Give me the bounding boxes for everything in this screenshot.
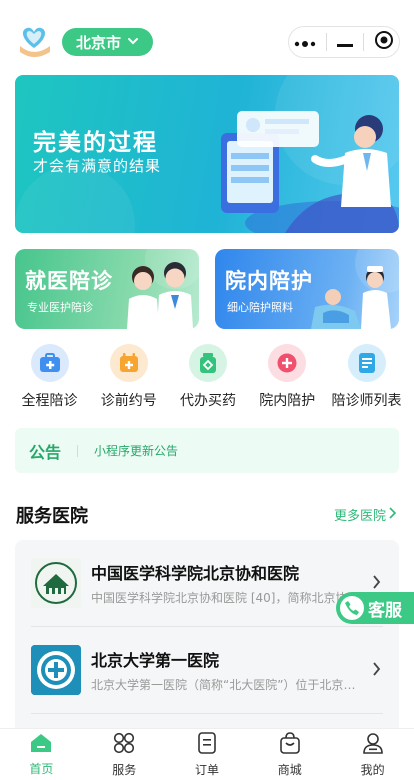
close-target-icon[interactable] (374, 30, 394, 54)
card-subtitle: 专业医护陪诊 (27, 301, 93, 314)
service-label: 全程陪诊 (21, 393, 78, 409)
medical-kit-icon (30, 344, 69, 382)
medicine-bottle-icon (189, 344, 227, 382)
service-buy-medicine[interactable]: 代办买药 (169, 344, 248, 414)
card-escort-visit[interactable]: 就医陪诊 专业医护陪诊 (15, 249, 199, 329)
service-label: 院内陪护 (259, 393, 316, 409)
quick-services: 全程陪诊 诊前约号 代办买药 院内陪护 陪诊师列表 (10, 344, 406, 414)
banner-subtitle: 才会有满意的结果 (33, 157, 162, 175)
hospital-description: 北京大学第一医院（简称“北大医院”）位于北京市西城区 (91, 678, 363, 692)
tab-label: 订单 (194, 762, 219, 777)
banner-title: 完美的过程 (33, 130, 158, 156)
service-full-escort[interactable]: 全程陪诊 (10, 344, 89, 414)
customer-service-label: 客服 (368, 600, 402, 621)
home-page: 北京市 完美的过程 才会有满意的结果 就医陪诊 专业医护陪诊 院内陪护 细心陪护… (0, 0, 414, 780)
hospital-description: 中国医学科学院北京协和医院 [40]，简称北京协和医院 (91, 591, 363, 605)
service-label: 代办买药 (180, 393, 236, 409)
card-title: 院内陪护 (225, 269, 313, 293)
miniapp-capsule (288, 26, 400, 58)
card-title: 就医陪诊 (25, 269, 113, 293)
tab-service[interactable]: 服务 (83, 729, 166, 780)
tab-home[interactable]: 首页 (0, 729, 83, 780)
hospital-name: 北京大学第一医院 (91, 651, 220, 670)
more-hospitals-label: 更多医院 (333, 509, 386, 524)
phone-icon (340, 596, 364, 620)
capsule-divider (363, 33, 364, 51)
chevron-right-icon (372, 661, 381, 681)
tab-orders[interactable]: 订单 (166, 729, 249, 780)
hospital-logo (31, 645, 81, 695)
list-document-icon (347, 344, 386, 382)
capsule-divider (326, 33, 327, 51)
shopping-bag-icon (279, 731, 301, 758)
city-label: 北京市 (76, 33, 122, 52)
heart-hand-logo (16, 24, 52, 58)
more-dots-icon[interactable] (294, 33, 316, 52)
tab-label: 首页 (29, 761, 54, 776)
more-hospitals-link[interactable]: 更多医院 (333, 505, 397, 524)
list-divider (31, 713, 383, 714)
profile-icon (362, 732, 384, 758)
chevron-right-icon (388, 506, 397, 523)
city-selector[interactable]: 北京市 (62, 28, 154, 56)
service-escort-list[interactable]: 陪诊师列表 (327, 344, 406, 414)
hospital-item[interactable]: 北京大学第一医院 北京大学第一医院（简称“北大医院”）位于北京市西城区 (15, 627, 399, 713)
hero-banner[interactable]: 完美的过程 才会有满意的结果 (15, 75, 399, 233)
grid-icon (113, 732, 135, 758)
announcement-divider (77, 444, 79, 457)
chevron-right-icon (372, 574, 381, 594)
tab-profile[interactable]: 我的 (331, 729, 414, 780)
card-hospital-care[interactable]: 院内陪护 细心陪护照料 (215, 249, 399, 329)
tab-label: 服务 (112, 762, 137, 777)
tab-label: 我的 (360, 762, 385, 777)
service-hospital-care[interactable]: 院内陪护 (248, 344, 327, 414)
appointment-calendar-icon (109, 344, 148, 382)
minimize-icon[interactable] (337, 33, 353, 52)
chevron-down-icon (127, 33, 139, 51)
announcement-text[interactable]: 小程序更新公告 (94, 442, 178, 459)
hospital-list: 中国医学科学院北京协和医院 中国医学科学院北京协和医院 [40]，简称北京协和医… (15, 540, 399, 740)
hospital-logo (31, 558, 81, 608)
order-icon (197, 731, 217, 758)
top-bar: 北京市 (0, 0, 414, 70)
service-label: 诊前约号 (100, 393, 157, 409)
tab-label: 商城 (277, 762, 302, 777)
announcement-label: 公告 (29, 442, 62, 462)
card-subtitle: 细心陪护照料 (227, 301, 293, 314)
bottom-tab-bar: 首页 服务 订单 商城 我的 (0, 728, 414, 780)
announcement-bar[interactable]: 公告 小程序更新公告 (15, 428, 399, 473)
service-label: 陪诊师列表 (331, 393, 402, 409)
service-appointment[interactable]: 诊前约号 (89, 344, 168, 414)
tab-mall[interactable]: 商城 (248, 729, 331, 780)
home-icon (30, 733, 52, 757)
section-title: 服务医院 (16, 506, 88, 527)
hospital-name: 中国医学科学院北京协和医院 (91, 564, 300, 583)
plus-heart-icon (268, 344, 307, 382)
customer-service-button[interactable]: 客服 (336, 592, 414, 624)
